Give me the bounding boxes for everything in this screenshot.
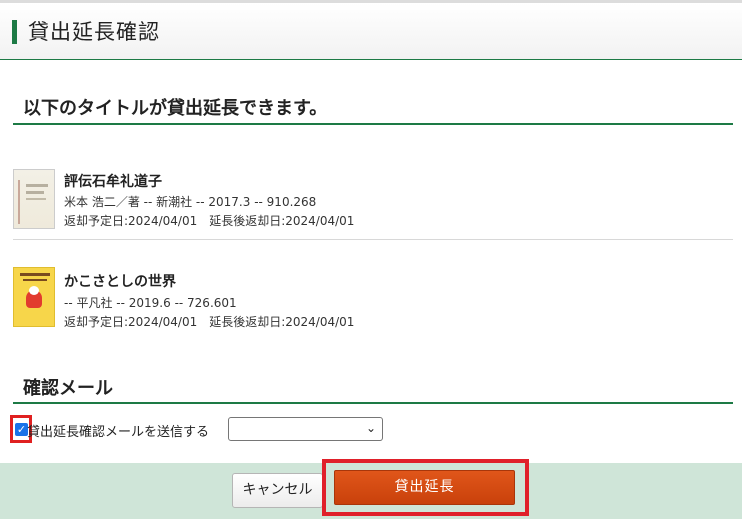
mail-option-row: ✓ 貸出延長確認メールを送信する ⌄ [10,415,730,443]
books-section-heading: 以下のタイトルが貸出延長できます。 [13,92,733,125]
header-accent-bar [12,20,17,44]
page-title: 貸出延長確認 [28,20,160,44]
list-item: かこさとしの世界 -- 平凡社 -- 2019.6 -- 726.601 返却予… [13,262,733,342]
book-meta: 米本 浩二／著 -- 新潮社 -- 2017.3 -- 910.268 [64,195,317,209]
book-cover-image [13,169,55,229]
book-dates: 返却予定日:2024/04/01 延長後返却日:2024/04/01 [64,315,355,329]
cancel-button[interactable]: キャンセル [232,473,323,508]
mail-section-heading: 確認メール [13,373,733,404]
page-header: 貸出延長確認 [0,0,742,60]
list-item: 評伝石牟礼道子 米本 浩二／著 -- 新潮社 -- 2017.3 -- 910.… [13,160,733,240]
book-meta: -- 平凡社 -- 2019.6 -- 726.601 [64,296,237,310]
send-mail-label[interactable]: 貸出延長確認メールを送信する [27,421,209,440]
footer-action-bar: キャンセル 貸出延長 [0,459,742,519]
mail-address-select[interactable]: ⌄ [228,417,383,441]
submit-highlight: 貸出延長 [322,459,529,516]
book-title: 評伝石牟礼道子 [64,174,162,190]
chevron-down-icon: ⌄ [365,421,376,435]
book-title: かこさとしの世界 [64,274,176,290]
extend-loan-button[interactable]: 貸出延長 [334,470,515,505]
book-dates: 返却予定日:2024/04/01 延長後返却日:2024/04/01 [64,214,355,228]
book-cover-image [13,267,55,327]
